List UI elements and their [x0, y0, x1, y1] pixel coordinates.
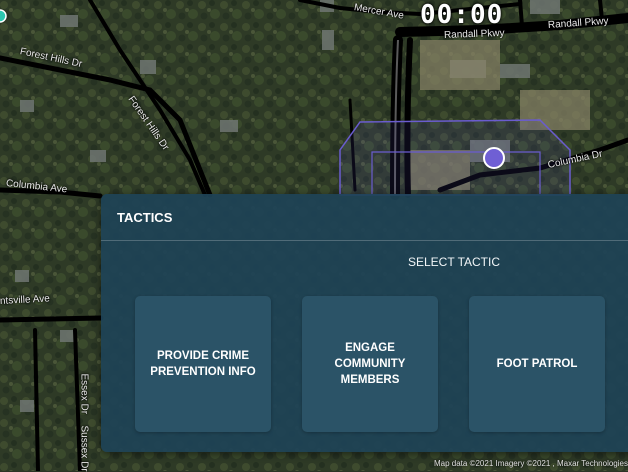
corner-marker: [0, 9, 7, 23]
tactic-card-crime-prevention[interactable]: PROVIDE CRIME PREVENTION INFO: [135, 296, 271, 432]
map-attribution: Map data ©2021 Imagery ©2021 , Maxar Tec…: [434, 459, 628, 468]
panel-title: TACTICS: [117, 210, 173, 225]
tactic-card-label: FOOT PATROL: [496, 358, 578, 370]
panel-subtitle: SELECT TACTIC: [407, 255, 501, 269]
tactic-card-label: PROVIDE CRIME PREVENTION INFO: [150, 350, 256, 378]
game-timer: 00:00: [420, 0, 504, 30]
street-label: Essex Dr: [78, 373, 90, 415]
tactic-card-foot-patrol[interactable]: FOOT PATROL: [469, 296, 605, 432]
panel-divider: [101, 240, 628, 241]
location-marker[interactable]: [483, 147, 505, 169]
tactic-card-label: ENGAGE COMMUNITY MEMBERS: [334, 342, 406, 386]
street-label: Sussex Dr: [78, 425, 90, 472]
street-label: Randall Pkwy: [443, 27, 505, 41]
tactic-card-engage-community[interactable]: ENGAGE COMMUNITY MEMBERS: [302, 296, 438, 432]
tactics-panel: TACTICS SELECT TACTIC PROVIDE CRIME PREV…: [101, 194, 628, 452]
patrol-zone-outline: [339, 119, 571, 196]
